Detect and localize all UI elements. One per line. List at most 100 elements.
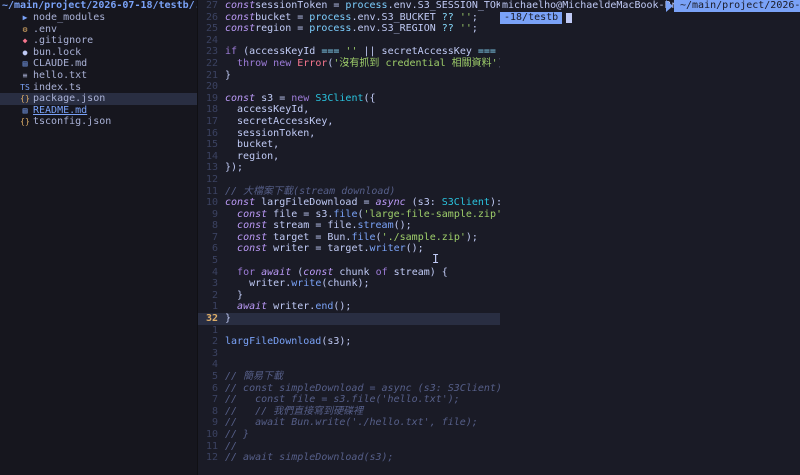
code-token: (chunk); xyxy=(321,278,370,290)
code-token: s3 = xyxy=(255,92,292,104)
file-tree-item-label: package.json xyxy=(33,93,106,105)
file-tree-item-label: CLAUDE.md xyxy=(33,58,88,70)
code-token: const xyxy=(237,243,268,255)
code-token: write xyxy=(291,278,322,290)
prompt-user-host: michaelho@MichaeldeMacBook-Pro xyxy=(502,0,683,11)
line-number: 5 xyxy=(211,255,218,267)
code-token: // 大檔案下載(stream download) xyxy=(225,185,396,197)
code-line: 1 await writer.end(); xyxy=(198,301,500,313)
code-line: 24 xyxy=(198,35,500,47)
file-tree-list: ▶ node_modules ⚙ .env ◆ .gitignore ● bun.lock ▤ C… xyxy=(0,12,197,128)
code-line: 15 bucket, xyxy=(198,139,500,151)
code-line: 19 const s3 = new S3Client({ xyxy=(198,93,500,105)
code-token: || secretAccessKey xyxy=(357,46,478,58)
code-editor[interactable]: 27 constsessionToken = process.env.S3_SES… xyxy=(198,0,500,475)
line-number: 9 xyxy=(211,208,218,220)
mouse-ibeam-cursor-icon: I xyxy=(432,252,440,266)
code-token: } xyxy=(225,69,232,81)
code-line: 4 for await (const chunk of stream) { xyxy=(198,267,500,279)
code-token: accessKeyId, xyxy=(225,104,310,116)
code-token: ): Prom xyxy=(489,197,500,209)
file-tree-item[interactable]: ⚙ .env xyxy=(0,24,197,36)
code-token: stream = file. xyxy=(267,220,358,232)
code-line: 22 throw new Error('沒有抓到 credential 相關資料… xyxy=(198,58,500,70)
code-token: async xyxy=(375,197,406,209)
code-line: 8 // // 我們直接寫到硬碟裡 xyxy=(198,406,500,418)
code-line: 21} xyxy=(198,70,500,82)
line-number: 17 xyxy=(205,115,218,127)
file-tree-item[interactable]: ▶ node_modules xyxy=(0,12,197,24)
code-line: 6 const writer = target.writer(); xyxy=(198,243,500,255)
code-token: sessionToken = xyxy=(255,0,346,11)
json-icon: {} xyxy=(20,117,30,127)
line-number: 3 xyxy=(211,347,218,359)
code-token: const xyxy=(303,266,334,278)
code-token: target = Bun. xyxy=(267,231,352,243)
typescript-icon: TS xyxy=(20,82,30,92)
code-token: const xyxy=(225,0,256,11)
code-token: '' xyxy=(453,11,472,23)
code-token: const xyxy=(225,92,256,104)
code-token: sessionToken, xyxy=(225,127,316,139)
line-number: 10 xyxy=(205,197,218,209)
file-tree-item[interactable]: {} tsconfig.json xyxy=(0,116,197,128)
code-token: S3Client xyxy=(441,197,490,209)
line-number: 8 xyxy=(211,405,218,417)
line-number: 26 xyxy=(205,11,218,23)
line-number: 4 xyxy=(211,266,218,278)
line-number: 12 xyxy=(205,173,218,185)
code-token: secretAccessKey, xyxy=(225,115,334,127)
line-number: 9 xyxy=(211,417,218,429)
code-token: }); xyxy=(225,162,244,174)
line-number: 12 xyxy=(205,452,218,464)
file-tree-item-label: .env xyxy=(33,23,58,35)
code-token: new xyxy=(291,92,316,104)
file-tree-item[interactable]: {} package.json xyxy=(0,93,197,105)
line-number: 21 xyxy=(205,69,218,81)
code-token: region, xyxy=(225,150,280,162)
code-token: .env.S3_BUCKET xyxy=(351,11,442,23)
code-line: 4 xyxy=(198,359,500,371)
terminal-cursor xyxy=(566,13,572,23)
code-token: for xyxy=(237,266,262,278)
terminal-pane[interactable]: michaelho@MichaeldeMacBook-Pro ~/main/pr… xyxy=(500,0,800,475)
file-tree-item[interactable]: ▤ CLAUDE.md xyxy=(0,58,197,70)
line-number: 4 xyxy=(211,359,218,371)
code-line: 1 xyxy=(198,325,500,337)
file-tree-item-label: README.md xyxy=(33,104,88,116)
prompt-arrow-icon xyxy=(666,0,673,12)
prompt-path-part2: -18/testb xyxy=(500,12,563,24)
code-line: 2 largFileDownload(s3); xyxy=(198,336,500,348)
file-tree-item[interactable]: TS index.ts xyxy=(0,82,197,94)
code-token: writer = target. xyxy=(267,243,370,255)
text-file-icon: ≡ xyxy=(22,70,28,80)
code-token: '沒有抓到 credential 相關資料' xyxy=(333,57,498,69)
code-token: if xyxy=(225,46,238,58)
file-tree-item[interactable]: ▤ README.md xyxy=(0,105,197,117)
file-tree-item[interactable]: ◆ .gitignore xyxy=(0,35,197,47)
code-token: of xyxy=(375,266,388,278)
code-line: 8 const stream = file.stream(); xyxy=(198,220,500,232)
code-token: bucket = xyxy=(255,11,310,23)
code-token: await xyxy=(237,301,268,313)
code-line: 3 writer.write(chunk); xyxy=(198,278,500,290)
code-token: file = s3. xyxy=(267,208,334,220)
file-tree-item[interactable]: ● bun.lock xyxy=(0,47,197,59)
code-line: 27 constsessionToken = process.env.S3_SES… xyxy=(198,0,500,12)
file-tree-panel: ~/main/project/2026-07-18/testb/. ▶ node_… xyxy=(0,0,197,475)
line-number: 14 xyxy=(205,150,218,162)
code-line: 26 constbucket = process.env.S3_BUCKET ??… xyxy=(198,12,500,24)
code-token: === xyxy=(477,46,496,58)
folder-icon: ▶ xyxy=(22,13,28,22)
file-tree-item[interactable]: ≡ hello.txt xyxy=(0,70,197,82)
code-token: ( xyxy=(291,266,304,278)
current-code-line: 32} xyxy=(198,313,500,325)
line-number: 11 xyxy=(205,185,218,197)
code-line: 16 sessionToken, xyxy=(198,128,500,140)
code-token: throw new xyxy=(237,57,298,69)
file-tree-root-path: ~/main/project/2026-07-18/testb/. xyxy=(2,0,197,11)
code-token: file xyxy=(351,231,376,243)
